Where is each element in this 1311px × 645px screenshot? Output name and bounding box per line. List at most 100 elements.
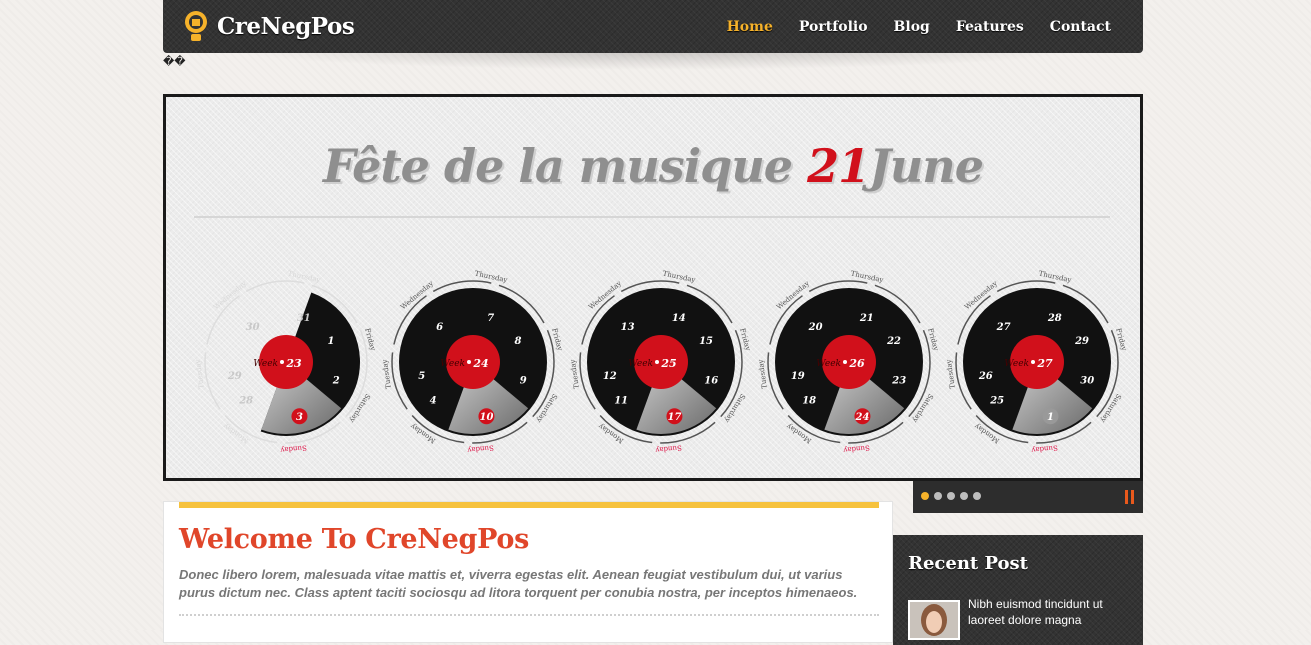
nav-home[interactable]: Home (727, 19, 773, 35)
day-label: Sunday (843, 444, 870, 454)
slider-dot[interactable] (960, 492, 968, 500)
week-number: 25 (660, 357, 676, 370)
clock-date: 22 (886, 336, 901, 347)
header-shadow (230, 50, 1080, 70)
slider-dots (921, 492, 981, 500)
clock-date: 2 (332, 375, 340, 386)
week-number: 23 (285, 357, 302, 370)
day-label: Thursday (662, 270, 696, 285)
clock-date: 8 (515, 336, 522, 347)
week-dot (655, 360, 659, 364)
clock-date: 12 (603, 371, 617, 382)
day-label: Wednesday (212, 279, 248, 311)
main-nav: Home Portfolio Blog Features Contact (727, 19, 1111, 35)
clock-date: 30 (246, 322, 260, 333)
week-dot (843, 360, 847, 364)
week-label: Week (816, 359, 841, 369)
clock-date: 13 (621, 322, 635, 333)
recent-post-widget: Recent Post Nibh euismod tincidunt ut la… (893, 535, 1143, 645)
slider-dot[interactable] (947, 492, 955, 500)
day-label: Sunday (467, 444, 494, 454)
day-label: Tuesday (757, 359, 769, 389)
calendar-clock: Week 2618192021222324MondayTuesdayWednesd… (757, 270, 940, 454)
slider-dot[interactable] (934, 492, 942, 500)
lightbulb-logo-icon (185, 11, 207, 41)
calendar-clock: Week 2328293031123MondayTuesdayWednesdayT… (194, 270, 377, 454)
clock-date: 17 (667, 412, 681, 423)
pause-icon[interactable] (1125, 490, 1135, 504)
clock-date: 21 (859, 313, 874, 324)
clock-date: 20 (808, 322, 823, 333)
recent-post-heading: Recent Post (908, 553, 1028, 574)
clock-date: 27 (996, 322, 1011, 333)
week-dot (1031, 360, 1035, 364)
image-slider[interactable]: Fête de la musique 21June Week 23 28 29 30 31… (163, 94, 1143, 481)
clock-date: 1 (1047, 412, 1054, 423)
site-header: CreNegPos Home Portfolio Blog Features C… (163, 0, 1143, 53)
day-label: Tuesday (945, 359, 957, 389)
slider-dot[interactable] (973, 492, 981, 500)
nav-features[interactable]: Features (956, 19, 1024, 35)
slider-dot[interactable] (921, 492, 929, 500)
day-label: Thursday (1038, 270, 1072, 285)
day-label: Sunday (1031, 444, 1058, 454)
clock-date: 29 (227, 371, 242, 382)
clock-date: 5 (418, 371, 425, 382)
welcome-section: Welcome To CreNegPos Donec libero lorem,… (163, 501, 893, 643)
clock-date: 25 (989, 395, 1004, 406)
clock-date: 30 (1080, 375, 1094, 386)
recent-post-title[interactable]: Nibh euismod tincidunt ut laoreet dolore… (968, 596, 1128, 628)
day-label: Tuesday (194, 359, 206, 389)
site-logo-text[interactable]: CreNegPos (217, 13, 355, 40)
week-number: 24 (472, 357, 488, 370)
clock-date: 28 (238, 395, 253, 406)
day-label: Thursday (850, 270, 884, 285)
clock-date: 28 (1047, 313, 1062, 324)
clock-date: 10 (479, 412, 493, 423)
week-dot (467, 360, 471, 364)
week-number: 26 (848, 357, 865, 370)
clock-date: 15 (699, 336, 713, 347)
welcome-accent-bar (179, 502, 879, 508)
clock-date: 16 (704, 375, 718, 386)
post-thumbnail[interactable] (908, 600, 960, 640)
week-label: Week (253, 359, 278, 369)
clock-date: 3 (296, 412, 303, 423)
welcome-text: Donec libero lorem, malesuada vitae matt… (179, 567, 858, 600)
dotted-divider (179, 614, 879, 616)
clock-date: 7 (487, 313, 494, 324)
week-label: Week (1004, 359, 1029, 369)
day-label: Sunday (280, 444, 307, 454)
day-label: Thursday (287, 270, 321, 285)
clock-date: 18 (802, 395, 816, 406)
week-number: 27 (1036, 357, 1053, 370)
clock-date: 29 (1074, 336, 1089, 347)
clock-date: 14 (672, 313, 686, 324)
welcome-heading: Welcome To CreNegPos (179, 524, 529, 555)
clock-date: 26 (978, 371, 993, 382)
clock-date: 9 (520, 375, 527, 386)
nav-blog[interactable]: Blog (894, 19, 930, 35)
day-label: Tuesday (569, 359, 581, 389)
calendar-clock: Week 2511121314151617MondayTuesdayWednesd… (569, 270, 752, 454)
clock-date: 1 (328, 336, 335, 347)
calendar-clocks: Week 2328293031123MondayTuesdayWednesdayT… (194, 270, 1128, 454)
clock-date: 24 (854, 412, 869, 423)
nav-contact[interactable]: Contact (1050, 19, 1111, 35)
day-label: Sunday (655, 444, 682, 454)
clock-date: 19 (791, 371, 805, 382)
calendar-clock: Week 2445678910MondayTuesdayWednesdayThur… (381, 270, 564, 454)
week-label: Week (440, 359, 465, 369)
week-label: Week (628, 359, 653, 369)
clock-date: 4 (430, 395, 437, 406)
garbled-characters: �� (163, 55, 186, 68)
week-dot (280, 360, 284, 364)
clock-date: 6 (436, 322, 443, 333)
clock-date: 23 (891, 375, 906, 386)
day-label: Thursday (474, 270, 508, 285)
calendar-clock: Week 272526272829301MondayTuesdayWednesda… (945, 270, 1128, 454)
nav-portfolio[interactable]: Portfolio (799, 19, 868, 35)
slider-controls (913, 481, 1143, 513)
clock-date: 31 (297, 313, 311, 324)
clock-date: 11 (614, 395, 628, 406)
